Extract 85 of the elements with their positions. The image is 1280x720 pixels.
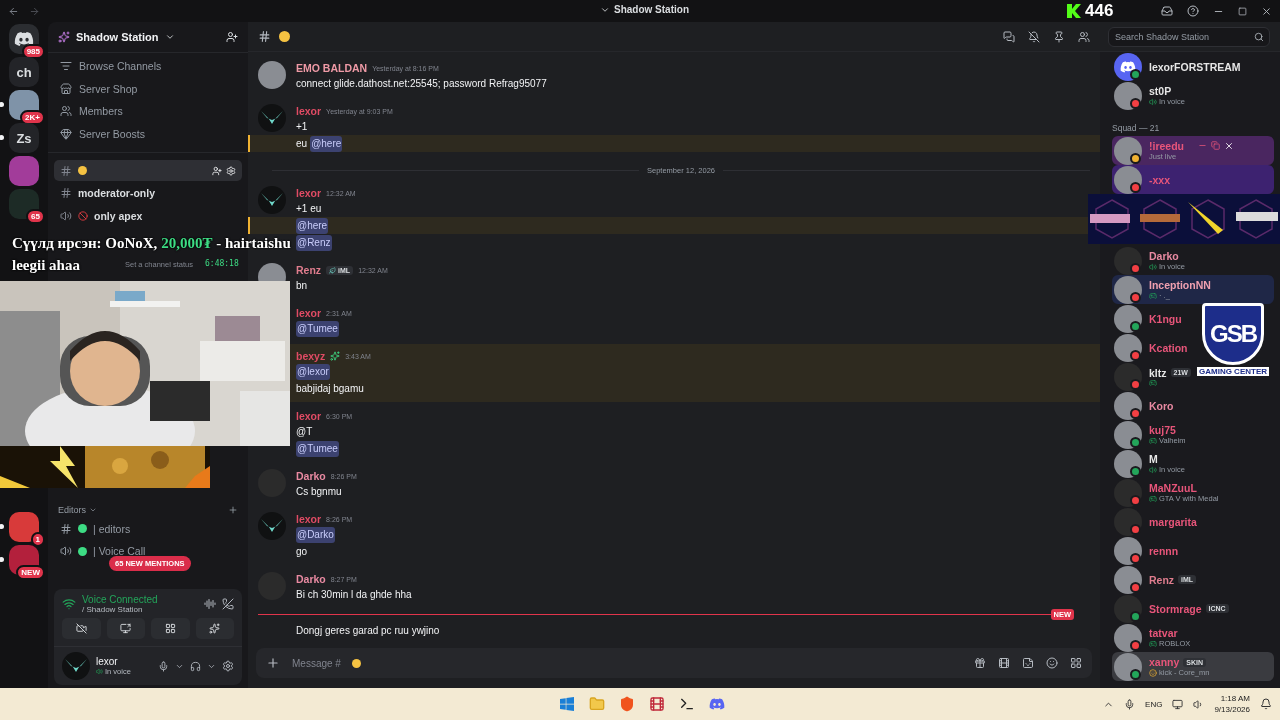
- member-name: Renz: [1149, 573, 1175, 586]
- user-name: lexor: [96, 656, 119, 667]
- member-name: rennn: [1149, 544, 1179, 557]
- count-badge: 2K+: [20, 110, 45, 125]
- member-name: -xxx: [1149, 173, 1170, 186]
- count-badge: NEW: [16, 565, 45, 580]
- member-name: InceptionNN: [1149, 279, 1211, 291]
- author-name[interactable]: lexor: [296, 187, 322, 199]
- clock-date[interactable]: 9/13/2026: [1214, 704, 1250, 715]
- channel-item[interactable]: only apex: [54, 205, 242, 226]
- channel-item[interactable]: moderator-only: [54, 182, 242, 204]
- search-field[interactable]: Search Shadow Station: [1108, 26, 1270, 47]
- member-row[interactable]: margarita: [1112, 507, 1205, 536]
- author-name[interactable]: lexor: [296, 410, 322, 422]
- member-name: xanny: [1149, 656, 1180, 668]
- message-text: Bi ch 30min l da ghde hha: [296, 587, 412, 602]
- stream-timer: 6:48:18: [205, 259, 239, 268]
- member-name: Kcation: [1149, 341, 1188, 354]
- server-name[interactable]: Shadow Station: [76, 31, 159, 43]
- author-name[interactable]: Darko: [296, 470, 326, 482]
- menu-item[interactable]: Server Shop: [48, 77, 248, 100]
- author-name[interactable]: bexyz: [296, 350, 326, 362]
- message-field[interactable]: Message #: [292, 657, 350, 669]
- member-name: kuj75: [1149, 424, 1176, 436]
- member-name: Darko: [1149, 250, 1179, 262]
- message-text: Dongj geres garad pc ruu ywjino: [296, 623, 440, 638]
- count-badge: 985: [21, 44, 45, 59]
- mention-link[interactable]: @here: [310, 135, 343, 152]
- clock-time[interactable]: 1:18 AM: [1220, 693, 1250, 704]
- member-name: kltz: [1149, 366, 1167, 379]
- member-row[interactable]: rennn: [1112, 536, 1187, 565]
- message-text: +1 eu: [296, 201, 322, 216]
- voice-status: Voice Connected: [82, 594, 159, 605]
- member-row[interactable]: Kcation: [1112, 333, 1196, 362]
- section-header: Squad — 21: [1112, 123, 1160, 133]
- mention-link[interactable]: @Darko: [296, 526, 335, 543]
- count-badge: 65: [26, 209, 45, 224]
- window-title: Shadow Station: [614, 4, 689, 15]
- logo-letters: GSB: [1210, 320, 1256, 348]
- donation-alert-text: Сүүлд ирсэн: OoNoX, 20,000₮ - hairtaishu: [12, 234, 291, 253]
- mention-link[interactable]: @here: [296, 217, 329, 234]
- member-name: !ireedu: [1149, 140, 1184, 152]
- message-text: +1: [296, 119, 308, 134]
- member-name: MaNZuuL: [1149, 482, 1197, 494]
- mention-link[interactable]: @Tumee: [296, 320, 339, 337]
- author-name[interactable]: lexor: [296, 105, 322, 117]
- voice-channel[interactable]: / Shadow Station: [82, 605, 198, 614]
- viewer-count: 446: [1085, 1, 1114, 21]
- member-name: margarita: [1149, 515, 1197, 528]
- message-text: eu: [296, 136, 308, 151]
- author-name[interactable]: lexor: [296, 307, 322, 319]
- member-name: Stormrage: [1149, 602, 1202, 615]
- language-indicator[interactable]: ENG: [1145, 699, 1163, 709]
- logo-caption: GAMING CENTER: [1197, 367, 1269, 376]
- category-header[interactable]: Editors: [58, 505, 86, 515]
- menu-item[interactable]: Members: [48, 100, 248, 123]
- member-name: lexorFORSTREAM: [1149, 60, 1241, 73]
- message-text: @T: [296, 424, 313, 439]
- message-text: go: [296, 544, 308, 559]
- author-name[interactable]: lexor: [296, 513, 322, 525]
- member-row[interactable]: -xxx: [1112, 165, 1274, 194]
- count-badge: 1: [30, 532, 45, 547]
- member-name: M: [1149, 453, 1158, 465]
- message-text: connect glide.dathost.net:25545; password Refrag95077: [296, 76, 547, 91]
- menu-item[interactable]: Browse Channels: [48, 55, 248, 78]
- channel-item[interactable]: | editors: [54, 518, 242, 539]
- mention-link[interactable]: @Tumee: [296, 440, 339, 457]
- member-row[interactable]: K1ngu: [1112, 304, 1190, 333]
- member-name: tatvar: [1149, 627, 1178, 639]
- member-name: st0P: [1149, 85, 1172, 97]
- donation-alert-text: leegii ahaa: [12, 256, 80, 275]
- author-name[interactable]: Darko: [296, 573, 326, 585]
- server-name[interactable]: ch: [9, 57, 39, 87]
- member-name: K1ngu: [1149, 312, 1182, 325]
- mention-link[interactable]: @Renz: [296, 234, 332, 251]
- menu-item[interactable]: Server Boosts: [48, 122, 248, 145]
- member-row[interactable]: lexorFORSTREAM: [1112, 52, 1249, 81]
- message-text: babjidaj bgamu: [296, 381, 364, 396]
- mention-link[interactable]: @lexor: [296, 363, 330, 380]
- author-name[interactable]: Renz: [296, 264, 322, 276]
- message-text: bn: [296, 278, 308, 293]
- member-name: Koro: [1149, 399, 1174, 412]
- message-text: Cs bgnmu: [296, 484, 342, 499]
- author-name[interactable]: EMO BALDAN: [296, 62, 368, 74]
- member-row[interactable]: Koro: [1112, 391, 1182, 420]
